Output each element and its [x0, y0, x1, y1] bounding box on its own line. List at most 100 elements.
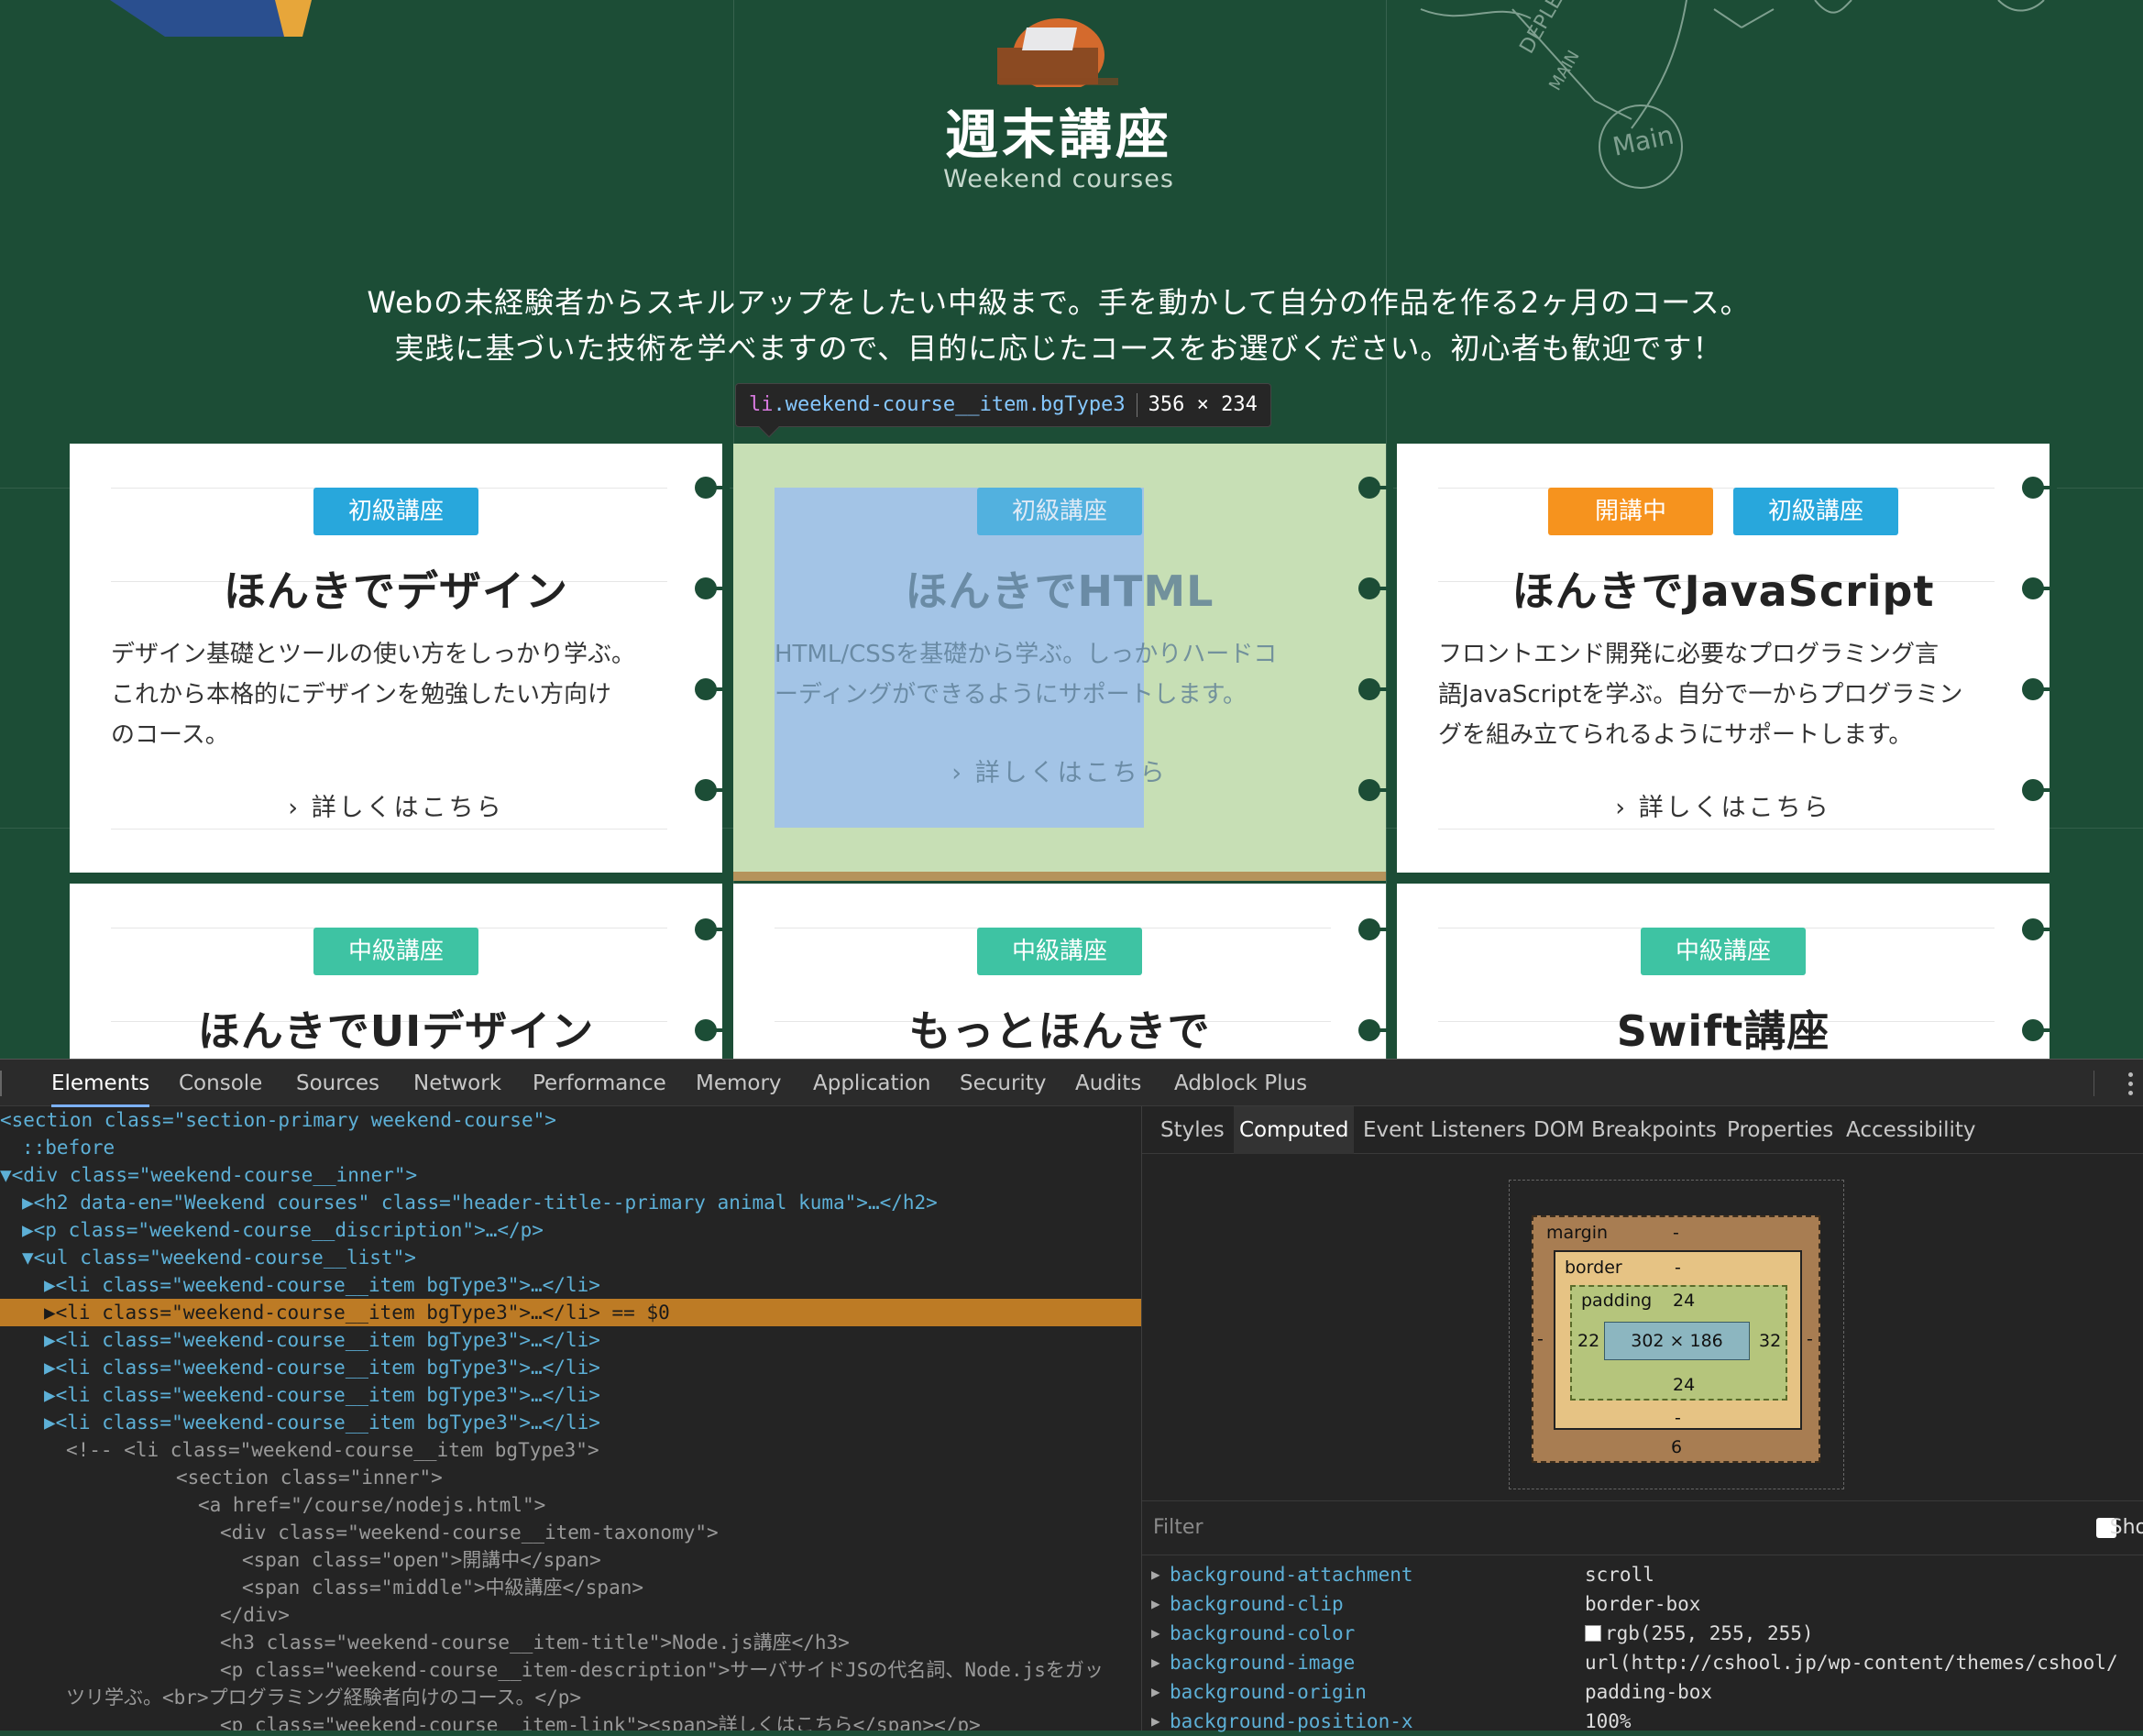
binder-ring [2040, 486, 2057, 489]
dom-node[interactable]: ▶<li class="weekend-course__item bgType3… [0, 1409, 1141, 1436]
tab-accessibility[interactable]: Accessibility [1846, 1106, 1976, 1154]
more-options-icon[interactable] [2128, 1072, 2134, 1100]
dom-node[interactable]: <span class="open">開講中</span> [0, 1546, 1141, 1574]
property-value: 100% [1585, 1707, 1632, 1736]
course-card-javascript[interactable]: 開講中 初級講座 ほんきでJavaScript フロントエンド開発に必要なプログラ… [1397, 444, 2050, 873]
course-description: フロントエンド開発に必要なプログラミング言 語JavaScriptを学ぶ。自分で… [1438, 634, 1997, 755]
dom-node[interactable]: <a href="/course/nodejs.html"> [0, 1491, 1141, 1519]
course-description: デザイン基礎とツールの使い方をしっかり学ぶ。 これから本格的にデザインを勉強した… [111, 634, 670, 755]
course-detail-link[interactable]: › 詳しくはこちら [70, 787, 722, 823]
dom-node[interactable]: <section class="section-primary weekend-… [0, 1106, 1141, 1134]
dom-node[interactable]: ▶<h2 data-en="Weekend courses" class="he… [0, 1189, 1141, 1216]
padding-top-value: 24 [1673, 1291, 1696, 1311]
computed-property-row[interactable]: ▶ background-origin padding-box [1142, 1677, 2143, 1707]
course-card-motto[interactable]: 中級講座 もっとほんきで [733, 884, 1386, 1059]
dom-node[interactable]: <h3 class="weekend-course__item-title">N… [0, 1629, 1141, 1656]
property-value: padding-box [1585, 1677, 1712, 1707]
chevron-right-icon: › [288, 794, 312, 822]
elements-dom-tree[interactable]: <section class="section-primary weekend-… [0, 1106, 1141, 1731]
badge-intermediate: 中級講座 [977, 928, 1142, 975]
padding-label: padding [1581, 1291, 1653, 1311]
tab-sources[interactable]: Sources [296, 1060, 379, 1107]
dom-node[interactable]: ツリ学ぶ。<br>プログラミング経験者向けのコース。</p> [0, 1684, 1141, 1711]
expand-triangle-icon[interactable]: ▶ [1151, 1619, 1160, 1648]
dom-node[interactable]: <p class="weekend-course__item-link"><sp… [0, 1711, 1141, 1731]
dom-node-selected[interactable]: ▶<li class="weekend-course__item bgType3… [0, 1299, 1141, 1326]
expand-triangle-icon[interactable]: ▶ [1151, 1589, 1160, 1619]
tab-dom-breakpoints[interactable]: DOM Breakpoints [1533, 1106, 1717, 1154]
expand-triangle-icon[interactable]: ▶ [1151, 1677, 1160, 1707]
margin-bottom-value: 6 [1671, 1437, 1683, 1457]
dom-node[interactable]: ▶<li class="weekend-course__item bgType3… [0, 1381, 1141, 1409]
dom-node[interactable]: <span class="middle">中級講座</span> [0, 1574, 1141, 1601]
tab-network[interactable]: Network [413, 1060, 501, 1107]
dom-node[interactable]: ▶<li class="weekend-course__item bgType3… [0, 1326, 1141, 1354]
binder-ring [713, 928, 730, 931]
description-line: グを組み立てられるようにサポートします。 [1438, 721, 1913, 749]
margin-highlight-strip [733, 872, 1386, 881]
dom-node[interactable]: ▶<p class="weekend-course__discription">… [0, 1216, 1141, 1244]
description-line: Webの未経験者からスキルアップをしたい中級まで。手を動かして自分の作品を作る2… [367, 285, 1751, 320]
dom-node[interactable]: ▼<ul class="weekend-course__list"> [0, 1244, 1141, 1271]
section-description: Webの未経験者からスキルアップをしたい中級まで。手を動かして自分の作品を作る2… [0, 280, 2117, 371]
course-badges: 中級講座 [70, 928, 722, 975]
tab-adblock-plus[interactable]: Adblock Plus [1174, 1060, 1307, 1107]
tab-audits[interactable]: Audits [1075, 1060, 1141, 1107]
box-model-border[interactable]: border - - padding 24 22 32 24 302 × 186 [1554, 1250, 1802, 1430]
dom-node[interactable]: <section class="inner"> [0, 1464, 1141, 1491]
course-detail-link[interactable]: › 詳しくはこちら [733, 753, 1386, 788]
course-detail-link[interactable]: › 詳しくはこちら [1397, 787, 2050, 823]
dom-node[interactable]: ▶<li class="weekend-course__item bgType3… [0, 1354, 1141, 1381]
tab-elements[interactable]: Elements [51, 1060, 150, 1107]
computed-property-row[interactable]: ▶ background-clip border-box [1142, 1589, 2143, 1619]
filter-input[interactable]: Filter [1153, 1516, 1203, 1539]
course-card-html[interactable]: 初級講座 ほんきでHTML HTML/CSSを基礎から学ぶ。しっかりハードコ ー… [733, 444, 1386, 872]
course-card-design[interactable]: 初級講座 ほんきでデザイン デザイン基礎とツールの使い方をしっかり学ぶ。 これか… [70, 444, 722, 873]
expand-triangle-icon[interactable]: ▶ [1151, 1707, 1160, 1736]
devtools-panel: Elements Console Sources Network Perform… [0, 1059, 2143, 1732]
tab-styles[interactable]: Styles [1160, 1106, 1225, 1154]
box-model-margin[interactable]: margin - - - 6 border - - padding 24 22 … [1532, 1215, 1820, 1463]
dom-node[interactable]: ▼<div class="weekend-course__inner"> [0, 1161, 1141, 1189]
description-line: HTML/CSSを基礎から学ぶ。しっかりハードコ [775, 641, 1278, 668]
dom-node[interactable]: <div class="weekend-course__item-taxonom… [0, 1519, 1141, 1546]
tab-computed[interactable]: Computed [1234, 1106, 1355, 1154]
margin-top-value: - [1673, 1223, 1679, 1243]
course-title: ほんきでUIデザイン [197, 1006, 595, 1056]
computed-property-row[interactable]: ▶ background-image url(http://cshool.jp/wp… [1142, 1648, 2143, 1677]
computed-property-row[interactable]: ▶ background-color rgb(255, 255, 255) [1142, 1619, 2143, 1648]
expand-triangle-icon[interactable]: ▶ [1151, 1648, 1160, 1677]
property-value-text: scroll [1585, 1564, 1654, 1586]
dom-node[interactable]: <!-- <li class="weekend-course__item bgT… [0, 1436, 1141, 1464]
description-line: 語JavaScriptを学ぶ。自分で一からプログラミン [1438, 681, 1963, 709]
tab-console[interactable]: Console [179, 1060, 262, 1107]
tab-event-listeners[interactable]: Event Listeners [1363, 1106, 1526, 1154]
property-value: url(http://cshool.jp/wp-content/themes/c… [1585, 1648, 2118, 1677]
dom-node[interactable]: ▶<li class="weekend-course__item bgType3… [0, 1271, 1141, 1299]
tooltip-size: 356 × 234 [1148, 393, 1258, 416]
binder-ring [713, 587, 730, 590]
color-swatch-icon[interactable] [1585, 1625, 1601, 1642]
course-card-swift[interactable]: 中級講座 Swift講座 [1397, 884, 2050, 1059]
dom-node[interactable]: ::before [0, 1134, 1141, 1161]
binder-ring [1377, 687, 1393, 691]
tab-security[interactable]: Security [960, 1060, 1046, 1107]
course-card-ui-design[interactable]: 中級講座 ほんきでUIデザイン [70, 884, 722, 1059]
tab-performance[interactable]: Performance [533, 1060, 666, 1107]
binder-ring [713, 788, 730, 792]
border-bottom-value: - [1675, 1408, 1681, 1428]
property-name: background-image [1170, 1652, 1356, 1674]
property-name: background-origin [1170, 1681, 1367, 1703]
tab-memory[interactable]: Memory [696, 1060, 782, 1107]
tab-properties[interactable]: Properties [1727, 1106, 1833, 1154]
expand-triangle-icon[interactable]: ▶ [1151, 1560, 1160, 1589]
computed-property-row[interactable]: ▶ background-attachment scroll [1142, 1560, 2143, 1589]
dom-node[interactable]: </div> [0, 1601, 1141, 1629]
tab-application[interactable]: Application [813, 1060, 931, 1107]
box-model-padding[interactable]: padding 24 22 32 24 302 × 186 [1570, 1285, 1787, 1401]
section-subtitle: Weekend courses [943, 165, 1174, 193]
dom-node[interactable]: <p class="weekend-course__item-descripti… [0, 1656, 1141, 1684]
box-model-content[interactable]: 302 × 186 [1604, 1322, 1750, 1360]
computed-property-row[interactable]: ▶ background-position-x 100% [1142, 1707, 2143, 1736]
border-label: border [1565, 1258, 1622, 1278]
